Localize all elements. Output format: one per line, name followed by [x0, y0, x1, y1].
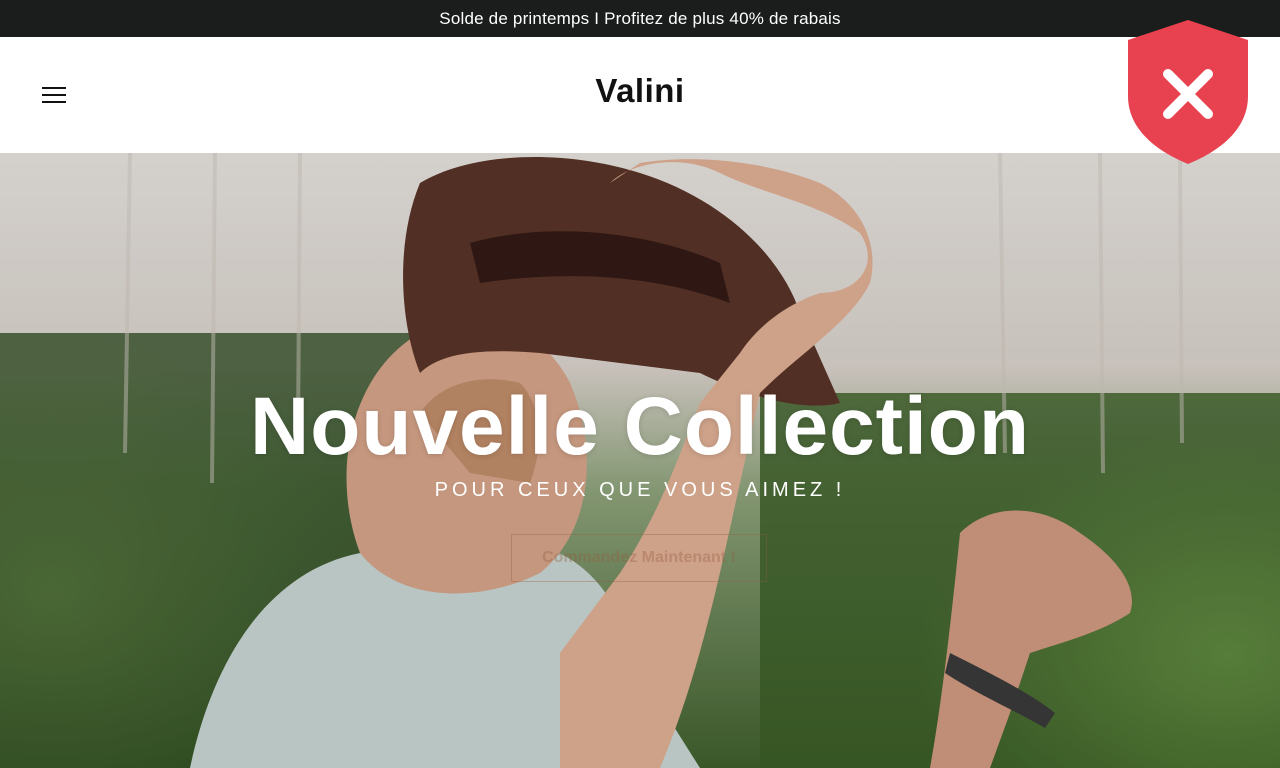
- site-header: Valini: [0, 37, 1280, 153]
- shop-now-button[interactable]: Commandez Maintenant !: [511, 534, 767, 582]
- hero-banner: Nouvelle Collection POUR CEUX QUE VOUS A…: [0, 153, 1280, 768]
- shield-x-icon: [1128, 20, 1248, 164]
- security-shield-badge[interactable]: [1124, 18, 1252, 166]
- hamburger-menu-icon: [42, 87, 66, 103]
- hero-subtitle: POUR CEUX QUE VOUS AIMEZ !: [434, 479, 846, 501]
- logo-link[interactable]: Valini: [595, 72, 684, 110]
- logo: Valini: [0, 37, 1280, 145]
- menu-button[interactable]: [30, 73, 78, 117]
- hero-title: Nouvelle Collection: [250, 381, 1030, 472]
- announcement-text: Solde de printemps I Profitez de plus 40…: [439, 8, 841, 28]
- announcement-bar: Solde de printemps I Profitez de plus 40…: [0, 0, 1280, 37]
